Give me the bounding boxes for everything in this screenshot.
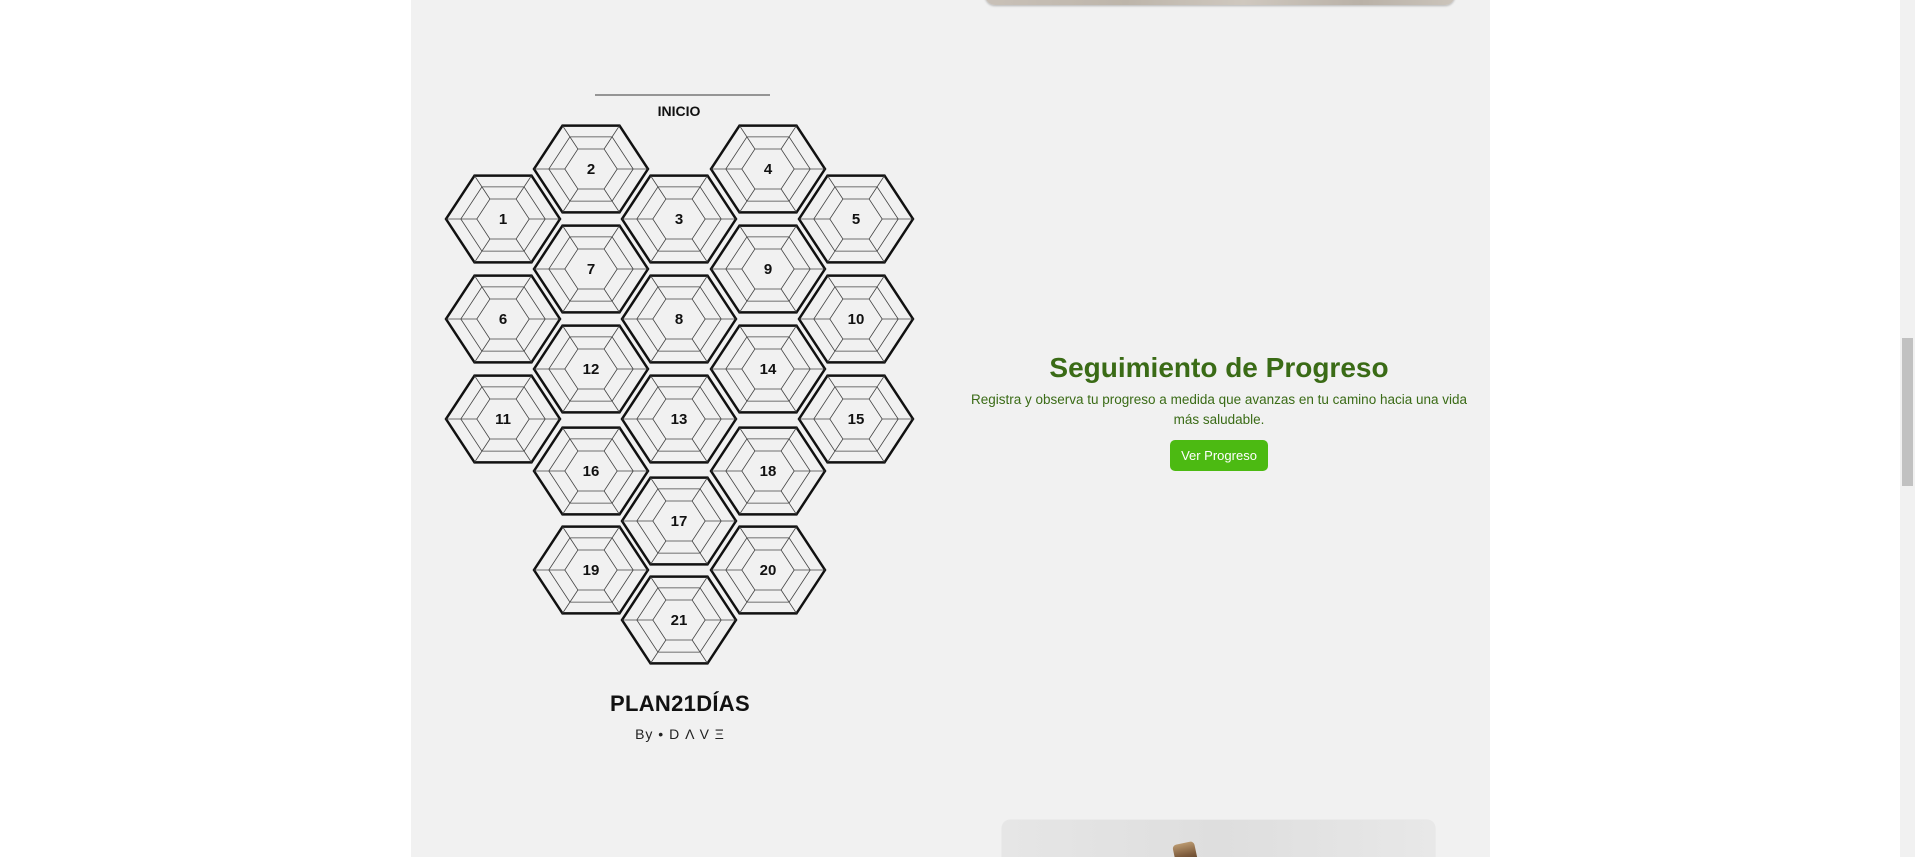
day-number-label: 17 xyxy=(671,513,688,530)
day-number-label: 4 xyxy=(764,161,773,178)
day-hexagon-10: 10 xyxy=(797,274,915,364)
day-number-label: 20 xyxy=(760,562,777,579)
day-number-label: 9 xyxy=(764,261,772,278)
day-number-label: 19 xyxy=(583,562,600,579)
day-hexagon-12: 12 xyxy=(532,324,650,414)
hexagon-spoke xyxy=(562,225,579,250)
start-label: INICIO xyxy=(658,103,701,119)
next-section-image xyxy=(1002,820,1435,857)
plan-21-days-hexagon-map: INICIO 12345678910111213141516171819 2021 xyxy=(444,94,915,665)
view-progress-button[interactable]: Ver Progreso xyxy=(1170,440,1268,471)
hexagon-spoke xyxy=(650,238,667,263)
day-hexagon-17: 17 xyxy=(620,476,738,566)
hexagon-grid: 12345678910111213141516171819 2021 xyxy=(444,124,915,665)
day-hexagon-4: 4 xyxy=(709,124,827,214)
day-number-label: 13 xyxy=(671,411,688,428)
hexagon-spoke xyxy=(515,238,532,263)
day-hexagon-7: 7 xyxy=(532,224,650,314)
day-number-label: 12 xyxy=(583,361,600,378)
day-number-label: 8 xyxy=(675,311,683,328)
day-number-label: 11 xyxy=(495,411,511,428)
plan-brand-title: PLAN21DÍAS xyxy=(610,691,750,716)
day-hexagon-5: 5 xyxy=(797,174,915,264)
progress-section-title: Seguimiento de Progreso xyxy=(1049,352,1389,383)
hexagon-spoke xyxy=(780,225,797,250)
day-hexagon-14: 14 xyxy=(709,324,827,414)
hexagon-spoke xyxy=(827,238,844,263)
day-number-label: 15 xyxy=(848,411,865,428)
hexagon-spoke xyxy=(603,225,620,250)
day-hexagon-16: 16 xyxy=(532,426,650,516)
day-hexagon-18: 18 xyxy=(709,426,827,516)
day-number-label: 7 xyxy=(587,261,595,278)
day-hexagon-1: 1 xyxy=(444,174,562,264)
day-number-label: 10 xyxy=(848,311,865,328)
day-hexagon-13: 13 xyxy=(620,374,738,464)
day-number-label: 2 xyxy=(587,161,595,178)
hexagon-spoke xyxy=(691,238,708,263)
day-hexagon-8: 8 xyxy=(620,274,738,364)
day-number-label: 1 xyxy=(499,211,507,228)
day-hexagon-20: 20 xyxy=(709,525,827,615)
plan-brand-byline: By • D Λ V Ξ xyxy=(635,726,725,742)
day-hexagon-21: 21 xyxy=(620,575,738,665)
page-scrollbar-thumb[interactable] xyxy=(1902,338,1913,486)
page-viewport: INICIO 1 2 3 4 5 6 7 8 9 10 11 12 13 14 15 16 17 18 19 20 21… xyxy=(0,0,1915,857)
day-number-label: 16 xyxy=(583,463,600,480)
day-hexagon-3: 3 xyxy=(620,174,738,264)
progress-section-description: Registra y observa tu progreso a medida … xyxy=(970,392,1468,427)
day-number-label: 14 xyxy=(760,361,777,378)
day-hexagon-11: 11 xyxy=(444,374,562,464)
day-number-label: 3 xyxy=(675,211,683,228)
hexagon-spoke xyxy=(739,225,756,250)
hexagon-spoke xyxy=(868,238,885,263)
day-hexagon-6: 6 xyxy=(444,274,562,364)
hexagon-spoke xyxy=(474,238,491,263)
day-hexagon-19: 19 xyxy=(532,525,650,615)
previous-section-image xyxy=(985,0,1455,5)
day-number-label: 6 xyxy=(499,311,507,328)
day-number-label: 21 xyxy=(671,612,688,629)
day-hexagon-9: 9 xyxy=(709,224,827,314)
day-hexagon-15: 15 xyxy=(797,374,915,464)
day-number-label: 5 xyxy=(852,211,860,228)
day-number-label: 18 xyxy=(760,463,777,480)
progress-tracking-section: Seguimiento de Progreso Registra y obser… xyxy=(958,350,1480,471)
day-hexagon-2: 2 xyxy=(532,124,650,214)
